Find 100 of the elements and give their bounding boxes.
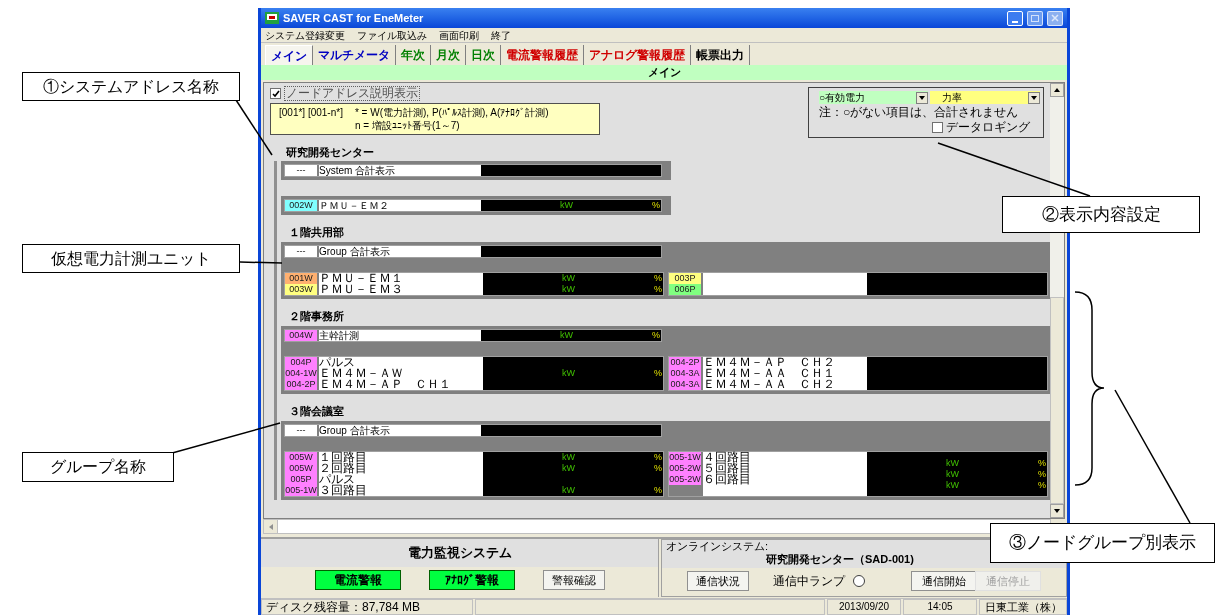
alarm-button[interactable]: 電流警報 bbox=[314, 570, 401, 590]
status-text: ディスク残容量：87,784 MB bbox=[261, 599, 473, 615]
checkbox-label: データロギング bbox=[946, 120, 1030, 134]
node-name: パルス bbox=[319, 474, 356, 485]
system-title: 研究開発センター bbox=[286, 146, 375, 159]
legend-text: * = W(電力計測), P(ﾊﾟﾙｽ計測), A(ｱﾅﾛｸﾞ計測) bbox=[354, 106, 549, 119]
menu-item[interactable]: 画面印刷 bbox=[439, 27, 479, 43]
percent-label: % bbox=[1038, 468, 1047, 480]
leader-line bbox=[239, 261, 283, 264]
menu-item[interactable]: システム登録変更 bbox=[265, 27, 345, 43]
percent-label: % bbox=[654, 273, 663, 284]
unit-label: kW bbox=[946, 479, 959, 491]
online-system-name: 研究開発センター（SAD-001) bbox=[766, 552, 914, 566]
horizontal-scrollbar[interactable] bbox=[263, 519, 1051, 534]
scroll-left-icon[interactable] bbox=[268, 523, 273, 530]
dropdown[interactable]: ○有効電力 bbox=[819, 91, 928, 104]
percent-label: % bbox=[1038, 457, 1047, 469]
callout-label: ②表示内容設定 bbox=[1002, 196, 1200, 233]
node-name: System 合計表示 bbox=[319, 165, 481, 176]
window-title: SAVER CAST for EneMeter bbox=[283, 10, 424, 26]
node-address: 005-1W bbox=[285, 485, 317, 496]
node-address: --- bbox=[285, 425, 317, 436]
checkbox[interactable] bbox=[270, 88, 281, 99]
status-text: 2013/09/20 bbox=[827, 599, 901, 615]
node-address: 001W bbox=[285, 273, 317, 284]
unit-label: kW bbox=[560, 200, 573, 211]
node-address: 003W bbox=[285, 284, 317, 295]
legend-text: n = 増設ﾕﾆｯﾄ番号(1～7) bbox=[354, 119, 461, 132]
node-address: 006P bbox=[669, 284, 701, 295]
dropdown-arrow-icon bbox=[1031, 95, 1037, 100]
node-address: 004P bbox=[285, 357, 317, 368]
percent-label: % bbox=[654, 485, 663, 496]
node-address: 003P bbox=[669, 273, 701, 284]
node-name: ＰＭＵ－ＥＭ２ bbox=[319, 200, 481, 211]
dropdown-arrow-icon bbox=[918, 95, 925, 100]
unit-label: kW bbox=[562, 368, 575, 379]
node-address: 004-1W bbox=[285, 368, 317, 379]
node-name: パルス bbox=[319, 357, 356, 368]
online-label: オンラインシステム: bbox=[666, 540, 769, 552]
node-name: ３回路目 bbox=[319, 485, 368, 496]
note-text: 注：○がない項目は、合計されません bbox=[819, 105, 1020, 119]
node-name: ＥＭ４Ｍ－ＡＰ ＣＨ２ bbox=[703, 357, 836, 368]
node-address: --- bbox=[285, 165, 317, 176]
scroll-up-icon[interactable] bbox=[1054, 88, 1060, 92]
node-name: １回路目 bbox=[319, 452, 368, 463]
node-name: ＥＭ４Ｍ－ＡＰ ＣＨ１ bbox=[319, 379, 452, 390]
close-button[interactable] bbox=[1047, 10, 1063, 26]
checkbox[interactable] bbox=[932, 121, 943, 133]
button[interactable]: 通信開始 bbox=[911, 571, 977, 591]
node-name: Group 合計表示 bbox=[319, 246, 481, 257]
node-name: ＥＭ４Ｍ－ＡＷ bbox=[319, 368, 404, 379]
dropdown[interactable]: 力率 bbox=[929, 91, 1040, 104]
close-icon bbox=[1051, 14, 1059, 22]
node-name: ＰＭＵ－ＥＭ１ bbox=[319, 273, 404, 284]
button[interactable]: 警報確認 bbox=[542, 570, 605, 590]
alarm-button[interactable]: ｱﾅﾛｸﾞ警報 bbox=[428, 570, 515, 590]
node-address: 005-2W bbox=[669, 474, 701, 485]
maximize-button[interactable] bbox=[1027, 10, 1043, 26]
unit-label: kW bbox=[562, 463, 575, 474]
menu-item[interactable]: 終了 bbox=[491, 27, 511, 43]
app-icon bbox=[265, 12, 279, 24]
lamp-label: 通信中ランプ bbox=[773, 573, 845, 590]
node-address: 002W bbox=[285, 200, 317, 211]
unit-label: kW bbox=[562, 485, 575, 496]
callout-label: ③ノードグループ別表示 bbox=[990, 523, 1215, 563]
node-address: 004W bbox=[285, 330, 317, 341]
callout-label: 仮想電力計測ユニット bbox=[22, 244, 240, 273]
percent-label: % bbox=[1038, 479, 1047, 491]
percent-label: % bbox=[654, 452, 663, 463]
percent-label: % bbox=[654, 284, 663, 295]
node-address: 005-1W bbox=[669, 452, 701, 463]
node-name: Group 合計表示 bbox=[319, 425, 481, 436]
node-address: --- bbox=[285, 246, 317, 257]
node-name: ＰＭＵ－ＥＭ３ bbox=[319, 284, 404, 295]
node-name: ５回路目 bbox=[703, 463, 752, 474]
node-address: 004-3A bbox=[669, 379, 701, 390]
unit-label: kW bbox=[562, 284, 575, 295]
callout-label: グループ名称 bbox=[22, 452, 174, 482]
group-title: １階共用部 bbox=[289, 226, 345, 239]
scroll-down-icon[interactable] bbox=[1054, 509, 1060, 513]
unit-label: kW bbox=[560, 330, 573, 341]
node-name: ＥＭ４Ｍ－ＡＡ ＣＨ１ bbox=[703, 368, 836, 379]
button[interactable]: 通信状況 bbox=[687, 571, 749, 591]
node-name: ＥＭ４Ｍ－ＡＡ ＣＨ２ bbox=[703, 379, 836, 390]
status-text: 日東工業（株） bbox=[979, 599, 1067, 615]
node-address: 004-3A bbox=[669, 368, 701, 379]
node-address: 004-2P bbox=[669, 357, 701, 368]
node-address: 005W bbox=[285, 452, 317, 463]
percent-label: % bbox=[654, 463, 663, 474]
group-title: ２階事務所 bbox=[289, 310, 345, 323]
minimize-button[interactable] bbox=[1007, 10, 1023, 26]
tab[interactable]: メイン bbox=[265, 45, 313, 65]
monitor-title: 電力監視システム bbox=[261, 539, 658, 567]
percent-label: % bbox=[652, 330, 661, 341]
node-name: 主幹計測 bbox=[319, 330, 481, 341]
node-address: 005W bbox=[285, 463, 317, 474]
menu-item[interactable]: ファイル取込み bbox=[357, 27, 427, 43]
status-text: 14:05 bbox=[903, 599, 977, 615]
node-name: ６回路目 bbox=[703, 474, 752, 485]
checkbox-label: ノードアドレス説明表示 bbox=[284, 86, 420, 101]
